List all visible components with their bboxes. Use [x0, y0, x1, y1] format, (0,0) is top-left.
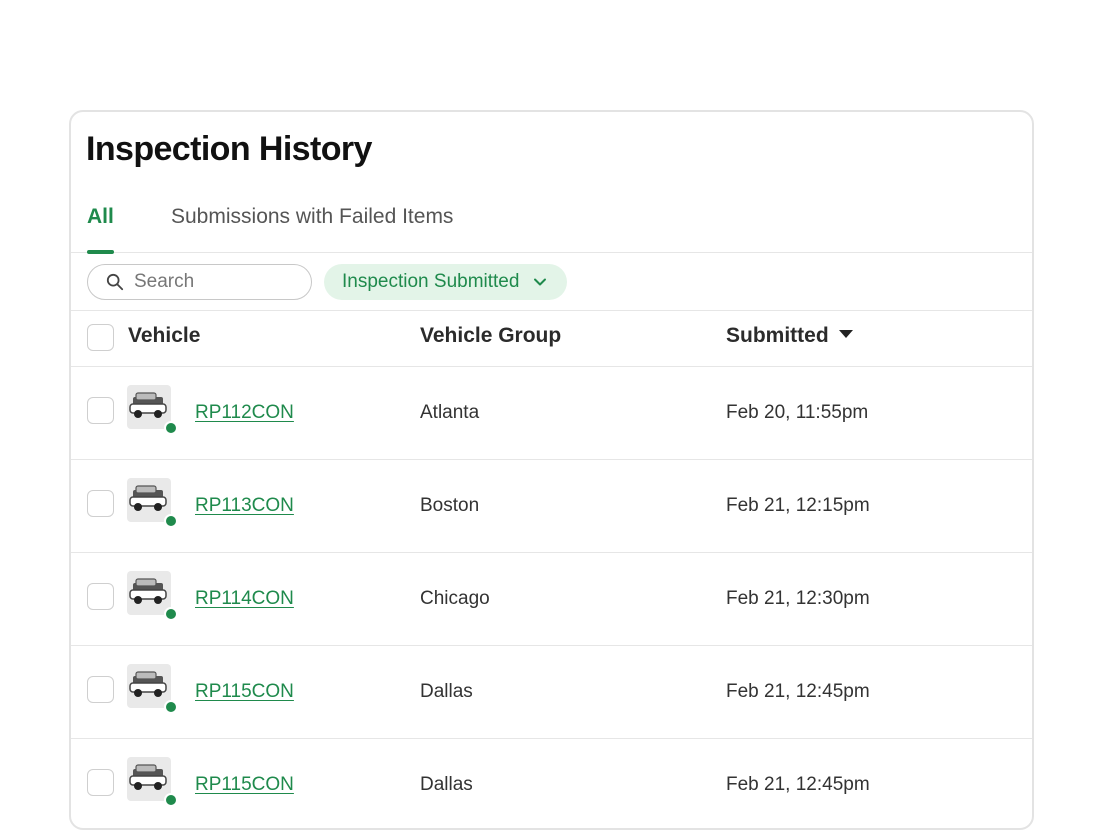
- suv-icon: [127, 664, 171, 708]
- column-header-vehicle[interactable]: Vehicle: [128, 324, 200, 348]
- column-header-submitted-label: Submitted: [726, 324, 829, 347]
- suv-icon: [129, 392, 167, 418]
- row-checkbox[interactable]: [87, 769, 114, 796]
- van-icon: [129, 578, 167, 604]
- sedan-icon: [129, 485, 167, 511]
- inspection-history-card: Inspection History All Submissions with …: [69, 110, 1034, 830]
- chevron-down-icon: [534, 278, 547, 286]
- filter-bar: Inspection Submitted: [71, 253, 1032, 311]
- page-title: Inspection History: [86, 130, 372, 168]
- vehicle-link[interactable]: RP112CON: [195, 402, 294, 424]
- row-checkbox[interactable]: [87, 583, 114, 610]
- vehicle-link[interactable]: RP113CON: [195, 495, 294, 517]
- table-row: RP112CON Atlanta Feb 20, 11:55pm: [71, 367, 1032, 460]
- status-dot: [164, 700, 178, 714]
- van-icon: [127, 571, 171, 615]
- search-box[interactable]: [87, 264, 312, 300]
- column-header-vehicle-group[interactable]: Vehicle Group: [420, 324, 561, 348]
- vehicle-group-cell: Dallas: [420, 681, 473, 702]
- column-header-submitted[interactable]: Submitted: [726, 324, 853, 348]
- table-row: RP115CON Dallas Feb 21, 12:45pm: [71, 739, 1032, 828]
- table-header: Vehicle Vehicle Group Submitted: [71, 311, 1032, 367]
- vehicle-group-cell: Dallas: [420, 774, 473, 795]
- sort-descending-icon[interactable]: [838, 330, 853, 339]
- suv-icon: [129, 764, 167, 790]
- status-dot: [164, 514, 178, 528]
- vehicle-link[interactable]: RP115CON: [195, 774, 294, 796]
- table-row: RP115CON Dallas Feb 21, 12:45pm: [71, 646, 1032, 739]
- status-dot: [164, 793, 178, 807]
- suv-icon: [127, 757, 171, 801]
- inspection-submitted-filter[interactable]: Inspection Submitted: [324, 264, 568, 300]
- vehicle-group-cell: Atlanta: [420, 402, 480, 423]
- row-checkbox[interactable]: [87, 676, 114, 703]
- row-checkbox[interactable]: [87, 490, 114, 517]
- table-row: RP114CON Chicago Feb 21, 12:30pm: [71, 553, 1032, 646]
- row-checkbox[interactable]: [87, 397, 114, 424]
- filter-chip-label: Inspection Submitted: [342, 271, 520, 292]
- submitted-cell: Feb 21, 12:15pm: [726, 495, 870, 516]
- status-dot: [164, 421, 178, 435]
- vehicle-group-cell: Chicago: [420, 588, 490, 609]
- submitted-cell: Feb 21, 12:45pm: [726, 681, 870, 702]
- tab-all[interactable]: All: [87, 205, 114, 254]
- submitted-cell: Feb 21, 12:30pm: [726, 588, 870, 609]
- submitted-cell: Feb 21, 12:45pm: [726, 774, 870, 795]
- status-dot: [164, 607, 178, 621]
- search-input[interactable]: [134, 271, 304, 293]
- search-icon: [106, 273, 124, 291]
- submitted-cell: Feb 20, 11:55pm: [726, 402, 869, 423]
- suv-icon: [129, 671, 167, 697]
- tab-bar: All Submissions with Failed Items: [71, 200, 1032, 254]
- vehicle-link[interactable]: RP114CON: [195, 588, 294, 610]
- tab-failed-items[interactable]: Submissions with Failed Items: [171, 205, 453, 253]
- table-row: RP113CON Boston Feb 21, 12:15pm: [71, 460, 1032, 553]
- select-all-checkbox[interactable]: [87, 324, 114, 351]
- sedan-icon: [127, 478, 171, 522]
- suv-icon: [127, 385, 171, 429]
- vehicle-link[interactable]: RP115CON: [195, 681, 294, 703]
- vehicle-group-cell: Boston: [420, 495, 480, 516]
